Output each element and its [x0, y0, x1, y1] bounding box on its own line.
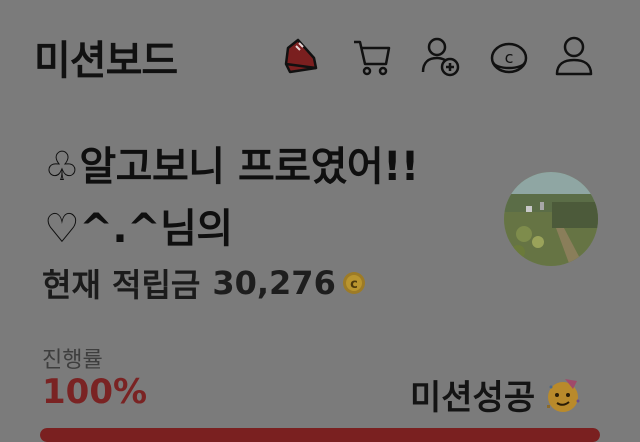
svg-text:c: c [350, 277, 358, 292]
points-label: 현재 적립금 [42, 266, 201, 304]
mission-board-page: 미션보드 c ♧알고보니 프로였어!! ♡^.^님의 현재 적립금 30,276… [0, 0, 640, 442]
avatar[interactable] [504, 172, 598, 266]
coin-badge-icon: c [342, 272, 365, 294]
user-icon[interactable] [552, 34, 596, 78]
progress-value: 100% [42, 372, 148, 412]
party-face-icon [547, 378, 580, 412]
add-user-icon[interactable] [418, 34, 462, 78]
mission-status: 미션성공 [410, 370, 583, 419]
coin-icon[interactable]: c [487, 34, 531, 78]
points-summary: 현재 적립금 30,276 c [42, 260, 366, 306]
mission-owner-name: ♧알고보니 프로였어!! [44, 144, 419, 190]
shoe-icon[interactable] [280, 34, 324, 78]
progress-label: 진행률 [42, 348, 103, 373]
mission-status-label: 미션성공 [410, 378, 536, 418]
svg-text:c: c [505, 48, 514, 67]
header: 미션보드 c [0, 0, 640, 110]
cart-icon[interactable] [350, 34, 394, 78]
page-title: 미션보드 [34, 38, 178, 84]
mission-owner-suffix: ♡^.^님의 [44, 206, 233, 252]
points-value: 30,276 [212, 264, 336, 302]
